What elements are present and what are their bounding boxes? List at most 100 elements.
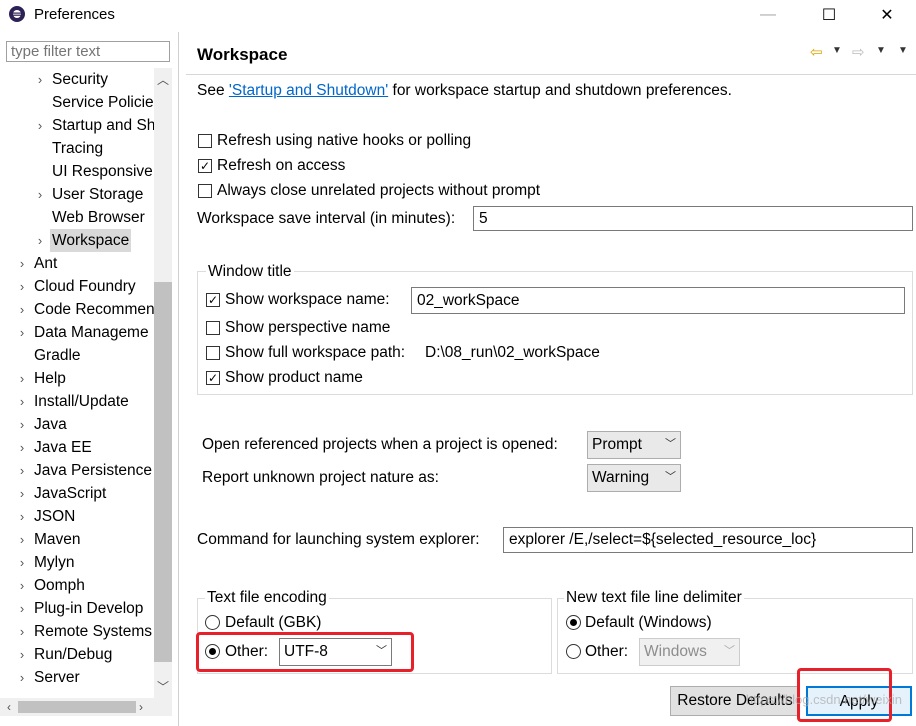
- chevron-down-icon: ﹀: [665, 471, 676, 483]
- chevron-down-icon: ﹀: [665, 438, 676, 450]
- show-full-path-checkbox[interactable]: [206, 346, 220, 360]
- chevron-right-icon[interactable]: ›: [16, 459, 28, 482]
- tree-item[interactable]: Web Browser: [0, 206, 154, 229]
- chevron-right-icon[interactable]: ›: [16, 252, 28, 275]
- save-interval-input[interactable]: 5: [473, 206, 913, 231]
- tree-item[interactable]: › Workspace: [0, 229, 154, 252]
- forward-menu-chevron-icon[interactable]: ▼: [876, 45, 886, 56]
- tree-item[interactable]: › Startup and Sh: [0, 114, 154, 137]
- show-workspace-name-checkbox[interactable]: ✓: [206, 293, 220, 307]
- scroll-up-arrow-icon[interactable]: ︿: [154, 71, 172, 89]
- tree-item[interactable]: › Code Recommen: [0, 298, 154, 321]
- minimize-button[interactable]: —: [745, 0, 791, 30]
- tree-item[interactable]: › Help: [0, 367, 154, 390]
- tree-item[interactable]: › Java EE: [0, 436, 154, 459]
- forward-arrow-icon[interactable]: ⇨: [852, 43, 865, 61]
- window-title-group-label: Window title: [206, 263, 294, 281]
- chevron-right-icon[interactable]: ›: [16, 666, 28, 689]
- tree-item[interactable]: › Cloud Foundry: [0, 275, 154, 298]
- pane-splitter[interactable]: [178, 32, 179, 726]
- unknown-nature-select[interactable]: Warning ﹀: [587, 464, 681, 492]
- tree-scroll-thumb[interactable]: [154, 282, 172, 662]
- tree-item-label: Cloud Foundry: [34, 278, 136, 295]
- tree-item[interactable]: › Java Persistence: [0, 459, 154, 482]
- show-product-label: Show product name: [225, 369, 363, 386]
- encoding-highlight-box: [196, 632, 414, 672]
- back-arrow-icon[interactable]: ⇦: [810, 43, 823, 61]
- scroll-down-arrow-icon[interactable]: ﹀: [154, 678, 172, 696]
- close-button[interactable]: ✕: [864, 0, 910, 30]
- encoding-default-radio[interactable]: [205, 615, 220, 630]
- tree-item-label: Workspace: [50, 229, 132, 252]
- refresh-native-label: Refresh using native hooks or polling: [217, 132, 472, 149]
- tree-item-label: Plug-in Develop: [34, 600, 144, 617]
- chevron-right-icon[interactable]: ›: [16, 275, 28, 298]
- page-title: Workspace: [197, 45, 288, 64]
- chevron-right-icon[interactable]: ›: [34, 68, 46, 91]
- tree-item-label: Run/Debug: [34, 646, 113, 663]
- tree-item[interactable]: › Run/Debug: [0, 643, 154, 666]
- chevron-right-icon[interactable]: ›: [16, 689, 28, 692]
- chevron-right-icon[interactable]: ›: [16, 551, 28, 574]
- view-menu-icon[interactable]: ▼: [898, 45, 908, 56]
- tree-item[interactable]: › Ant: [0, 252, 154, 275]
- filter-input[interactable]: [6, 41, 170, 62]
- tree-item[interactable]: Gradle: [0, 344, 154, 367]
- chevron-right-icon[interactable]: ›: [16, 436, 28, 459]
- chevron-right-icon[interactable]: ›: [16, 574, 28, 597]
- tree-item[interactable]: UI Responsive: [0, 160, 154, 183]
- close-unrelated-checkbox[interactable]: [198, 184, 212, 198]
- workspace-name-input[interactable]: 02_workSpace: [411, 287, 905, 314]
- tree-item-label: Help: [34, 370, 66, 387]
- tree-item[interactable]: › User Storage: [0, 183, 154, 206]
- scroll-right-arrow-icon[interactable]: ›: [132, 698, 150, 716]
- chevron-right-icon[interactable]: ›: [16, 482, 28, 505]
- chevron-right-icon[interactable]: ›: [16, 505, 28, 528]
- tree-item-label: Install/Update: [34, 393, 129, 410]
- chevron-right-icon[interactable]: ›: [16, 620, 28, 643]
- tree-item[interactable]: Tracing: [0, 137, 154, 160]
- explorer-command-input[interactable]: explorer /E,/select=${selected_resource_…: [503, 527, 913, 553]
- startup-shutdown-link[interactable]: 'Startup and Shutdown': [229, 82, 388, 99]
- chevron-right-icon[interactable]: ›: [16, 390, 28, 413]
- tree-item[interactable]: › JavaScript: [0, 482, 154, 505]
- chevron-right-icon[interactable]: ›: [16, 528, 28, 551]
- chevron-right-icon[interactable]: ›: [16, 643, 28, 666]
- tree-item-label: UI Responsive: [52, 163, 153, 180]
- maximize-button[interactable]: ☐: [806, 0, 852, 30]
- tree-item[interactable]: › Security: [0, 68, 154, 91]
- tree-item[interactable]: › Oomph: [0, 574, 154, 597]
- delimiter-other-radio[interactable]: [566, 644, 581, 659]
- chevron-right-icon[interactable]: ›: [34, 114, 46, 137]
- tree-item[interactable]: › Install/Update: [0, 390, 154, 413]
- open-referenced-select[interactable]: Prompt ﹀: [587, 431, 681, 459]
- tree-item[interactable]: › Mylyn: [0, 551, 154, 574]
- tree-item[interactable]: › Data Manageme: [0, 321, 154, 344]
- tree-item[interactable]: › Plug-in Develop: [0, 597, 154, 620]
- chevron-right-icon[interactable]: ›: [16, 413, 28, 436]
- tree-item[interactable]: › JSON: [0, 505, 154, 528]
- chevron-right-icon[interactable]: ›: [16, 367, 28, 390]
- tree-item[interactable]: › Maven: [0, 528, 154, 551]
- delimiter-default-label: Default (Windows): [585, 614, 712, 631]
- chevron-right-icon[interactable]: ›: [16, 298, 28, 321]
- tree-item[interactable]: › Team: [0, 689, 154, 692]
- tree-item[interactable]: › Java: [0, 413, 154, 436]
- chevron-right-icon[interactable]: ›: [16, 321, 28, 344]
- chevron-right-icon[interactable]: ›: [34, 183, 46, 206]
- tree-item[interactable]: › Server: [0, 666, 154, 689]
- scroll-left-arrow-icon[interactable]: ‹: [0, 698, 18, 716]
- back-menu-chevron-icon[interactable]: ▼: [832, 45, 842, 56]
- tree-item[interactable]: › Remote Systems: [0, 620, 154, 643]
- delimiter-default-radio[interactable]: [566, 615, 581, 630]
- refresh-access-checkbox[interactable]: ✓: [198, 159, 212, 173]
- tree-item[interactable]: Service Policie: [0, 91, 154, 114]
- show-perspective-checkbox[interactable]: [206, 321, 220, 335]
- tree-item-label: Startup and Sh: [52, 117, 154, 134]
- show-product-checkbox[interactable]: ✓: [206, 371, 220, 385]
- tree-hscroll-thumb[interactable]: [18, 701, 136, 713]
- chevron-right-icon[interactable]: ›: [34, 229, 46, 252]
- refresh-native-checkbox[interactable]: [198, 134, 212, 148]
- delimiter-other-select[interactable]: Windows ﹀: [639, 638, 740, 666]
- chevron-right-icon[interactable]: ›: [16, 597, 28, 620]
